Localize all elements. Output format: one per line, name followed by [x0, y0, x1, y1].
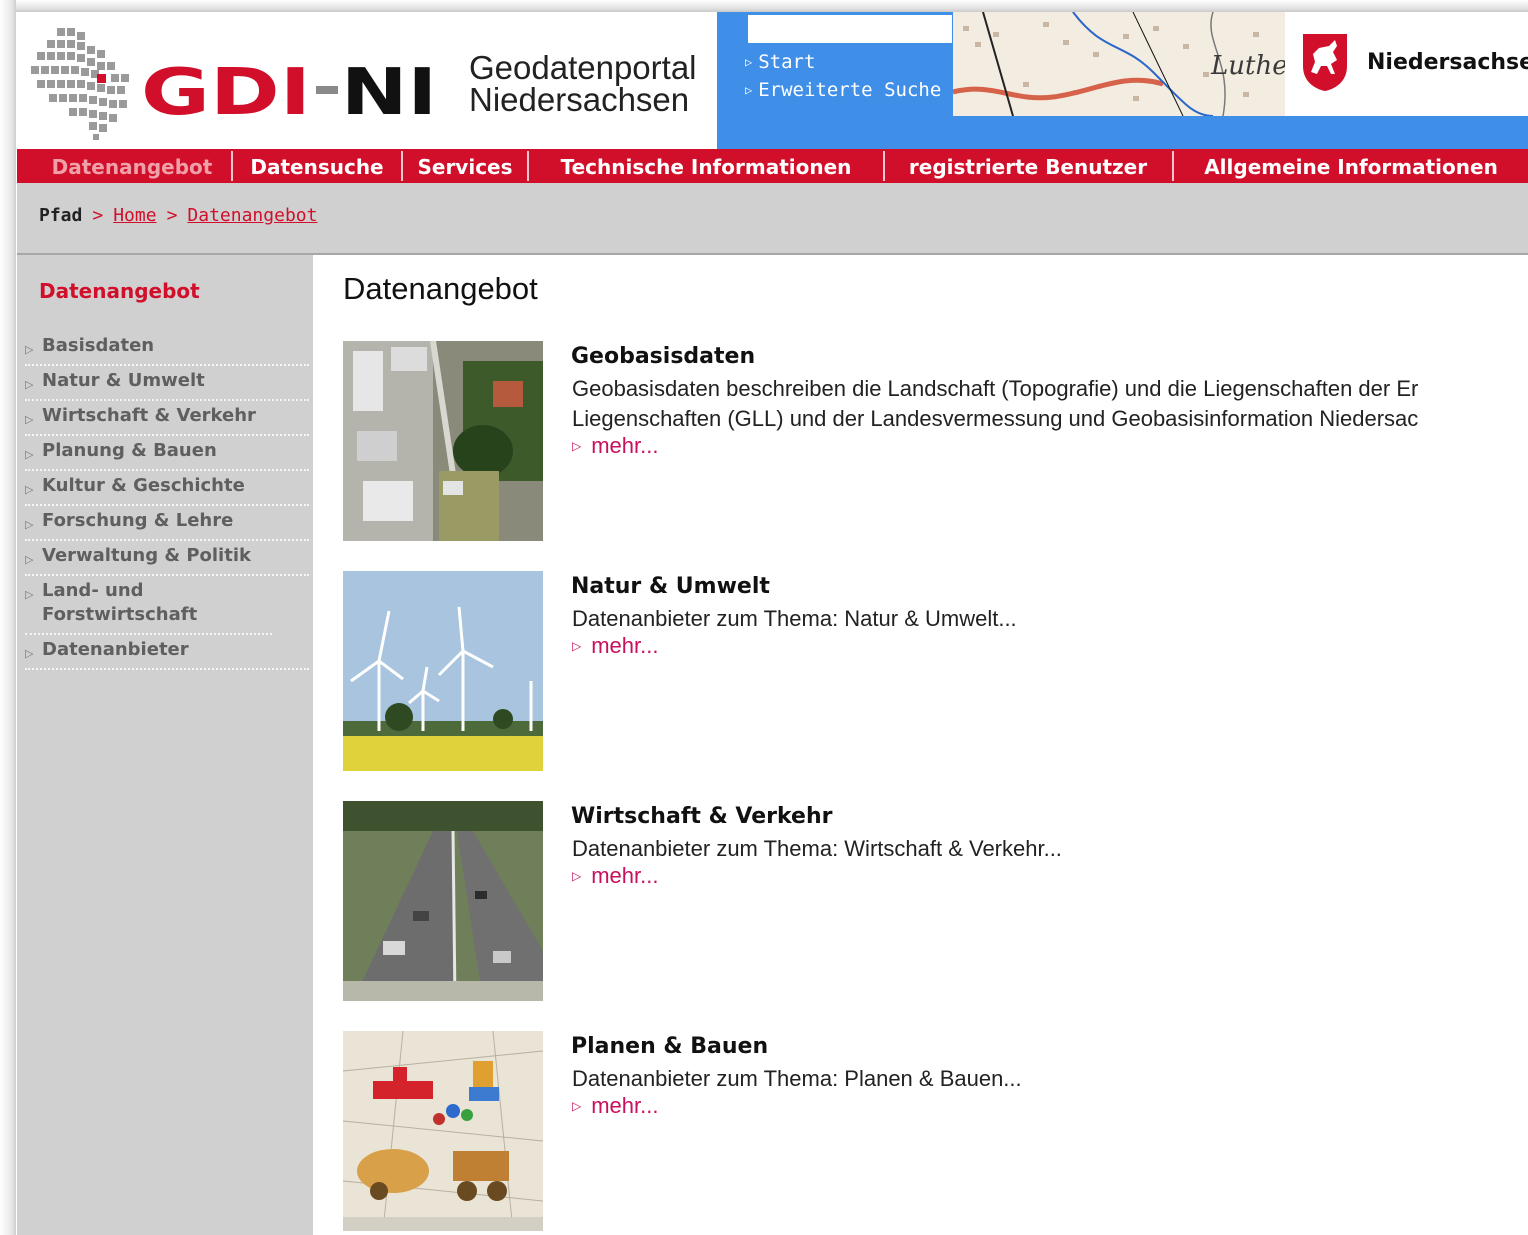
page-title: Datenangebot: [343, 271, 538, 306]
list-item: Natur & Umwelt Datenanbieter zum Thema: …: [343, 571, 1528, 771]
entry-title: Geobasisdaten: [571, 344, 756, 369]
svg-text:GDI: GDI: [141, 56, 311, 122]
arrow-right-icon: ▷: [25, 448, 34, 461]
more-link[interactable]: ▷ mehr...: [572, 633, 658, 659]
portal-title: Geodatenportal Niedersachsen: [469, 49, 697, 118]
breadcrumb-datenangebot-link[interactable]: Datenangebot: [187, 205, 317, 226]
breadcrumb-separator: >: [166, 205, 178, 226]
svg-text:NI: NI: [341, 56, 437, 122]
entry-description: Datenanbieter zum Thema: Natur & Umwelt.…: [572, 606, 1017, 631]
wind-turbines-photo-image: [343, 571, 543, 771]
list-item: Geobasisdaten Geobasisdaten beschreiben …: [343, 341, 1528, 541]
arrow-right-icon: ▷: [25, 553, 34, 566]
breadcrumb-separator: >: [92, 205, 104, 226]
arrow-right-icon: ▷: [745, 83, 753, 97]
breadcrumb-bar: Pfad > Home > Datenangebot: [17, 183, 1528, 253]
quick-link-start[interactable]: ▷ Start: [745, 49, 941, 77]
page-shadow-left: [0, 0, 16, 1235]
state-label: Niedersachsen: [1367, 50, 1528, 75]
sidebar-item-land-forstwirtschaft[interactable]: ▷ Land- und Forstwirtschaft: [25, 576, 272, 635]
tab-datenangebot[interactable]: Datenangebot: [33, 149, 231, 183]
sidebar-title: Datenangebot: [39, 279, 200, 303]
arrow-right-icon: ▷: [25, 588, 34, 601]
arrow-right-icon: ▷: [745, 55, 753, 69]
highway-photo-image: [343, 801, 543, 1001]
arrow-right-icon: ▷: [25, 343, 34, 356]
lower-saxony-grid-map-icon: [31, 28, 129, 140]
entry-title: Wirtschaft & Verkehr: [571, 804, 833, 829]
site-header: GDI NI Geodatenportal Niedersachsen ▷ Sta…: [17, 12, 1528, 149]
sidebar: Datenangebot ▷ Basisdaten ▷ Natur & Umwelt…: [17, 255, 313, 1235]
sidebar-menu: ▷ Basisdaten ▷ Natur & Umwelt ▷ Wirtschaft …: [25, 331, 309, 670]
svg-text:Luthe: Luthe: [1210, 51, 1285, 81]
sidebar-item-kultur-geschichte[interactable]: ▷ Kultur & Geschichte: [25, 471, 309, 506]
more-link[interactable]: ▷ mehr...: [572, 433, 658, 459]
entry-title: Natur & Umwelt: [571, 574, 770, 599]
list-item: Planen & Bauen Datenanbieter zum Thema: …: [343, 1031, 1528, 1231]
quick-search-input[interactable]: [748, 15, 952, 43]
toys-on-map-photo-image: [343, 1031, 543, 1231]
page-shadow-top: [0, 0, 1528, 12]
header-tools: ▷ Start ▷ Erweiterte Suche Luthe Nieders…: [717, 12, 1528, 149]
arrow-right-icon: ▷: [572, 869, 582, 883]
sidebar-item-datenanbieter[interactable]: ▷ Datenanbieter: [25, 635, 309, 670]
arrow-right-icon: ▷: [25, 518, 34, 531]
quick-link-advanced-search[interactable]: ▷ Erweiterte Suche: [745, 77, 941, 105]
entry-title: Planen & Bauen: [571, 1034, 769, 1059]
main-navigation: Datenangebot Datensuche Services Technis…: [17, 149, 1528, 183]
tab-services[interactable]: Services: [403, 149, 527, 183]
tab-allgemeine-informationen[interactable]: Allgemeine Informationen: [1174, 149, 1528, 183]
tab-technische-informationen[interactable]: Technische Informationen: [529, 149, 883, 183]
arrow-right-icon: ▷: [25, 378, 34, 391]
sidebar-item-basisdaten[interactable]: ▷ Basisdaten: [25, 331, 309, 366]
tab-datensuche[interactable]: Datensuche: [233, 149, 401, 183]
sidebar-item-wirtschaft-verkehr[interactable]: ▷ Wirtschaft & Verkehr: [25, 401, 309, 436]
arrow-right-icon: ▷: [25, 647, 34, 660]
portal-title-line1: Geodatenportal: [469, 49, 697, 86]
topographic-map-banner: Luthe: [953, 12, 1285, 116]
arrow-right-icon: ▷: [25, 413, 34, 426]
main-content: Datenangebot Geobasisdaten Geobasisdaten…: [313, 255, 1528, 1235]
entry-description: Geobasisdaten beschreiben die Landschaft…: [572, 376, 1419, 431]
sidebar-item-verwaltung-politik[interactable]: ▷ Verwaltung & Politik: [25, 541, 309, 576]
tab-registrierte-benutzer[interactable]: registrierte Benutzer: [885, 149, 1171, 183]
lower-saxony-horse-crest-icon: [1303, 34, 1347, 91]
breadcrumb-home-link[interactable]: Home: [113, 205, 156, 226]
portal-title-line2: Niedersachsen: [469, 81, 690, 118]
arrow-right-icon: ▷: [572, 439, 582, 453]
sidebar-item-natur-umwelt[interactable]: ▷ Natur & Umwelt: [25, 366, 309, 401]
entry-description: Datenanbieter zum Thema: Wirtschaft & Ve…: [572, 836, 1062, 861]
more-link[interactable]: ▷ mehr...: [572, 863, 658, 889]
more-link[interactable]: ▷ mehr...: [572, 1093, 658, 1119]
breadcrumb: Pfad > Home > Datenangebot: [39, 205, 317, 226]
list-item: Wirtschaft & Verkehr Datenanbieter zum T…: [343, 801, 1528, 1001]
sidebar-item-planung-bauen[interactable]: ▷ Planung & Bauen: [25, 436, 309, 471]
state-brand: Niedersachsen: [1285, 12, 1528, 116]
entry-description: Datenanbieter zum Thema: Planen & Bauen.…: [572, 1066, 1022, 1091]
arrow-right-icon: ▷: [25, 483, 34, 496]
arrow-right-icon: ▷: [572, 639, 582, 653]
breadcrumb-label: Pfad: [39, 205, 83, 226]
sidebar-item-forschung-lehre[interactable]: ▷ Forschung & Lehre: [25, 506, 309, 541]
gdi-ni-logo: GDI NI: [141, 56, 437, 122]
arrow-right-icon: ▷: [572, 1099, 582, 1113]
page: GDI NI Geodatenportal Niedersachsen ▷ Sta…: [17, 12, 1528, 1235]
aerial-photo-image: [343, 341, 543, 541]
quick-links: ▷ Start ▷ Erweiterte Suche: [745, 49, 941, 105]
